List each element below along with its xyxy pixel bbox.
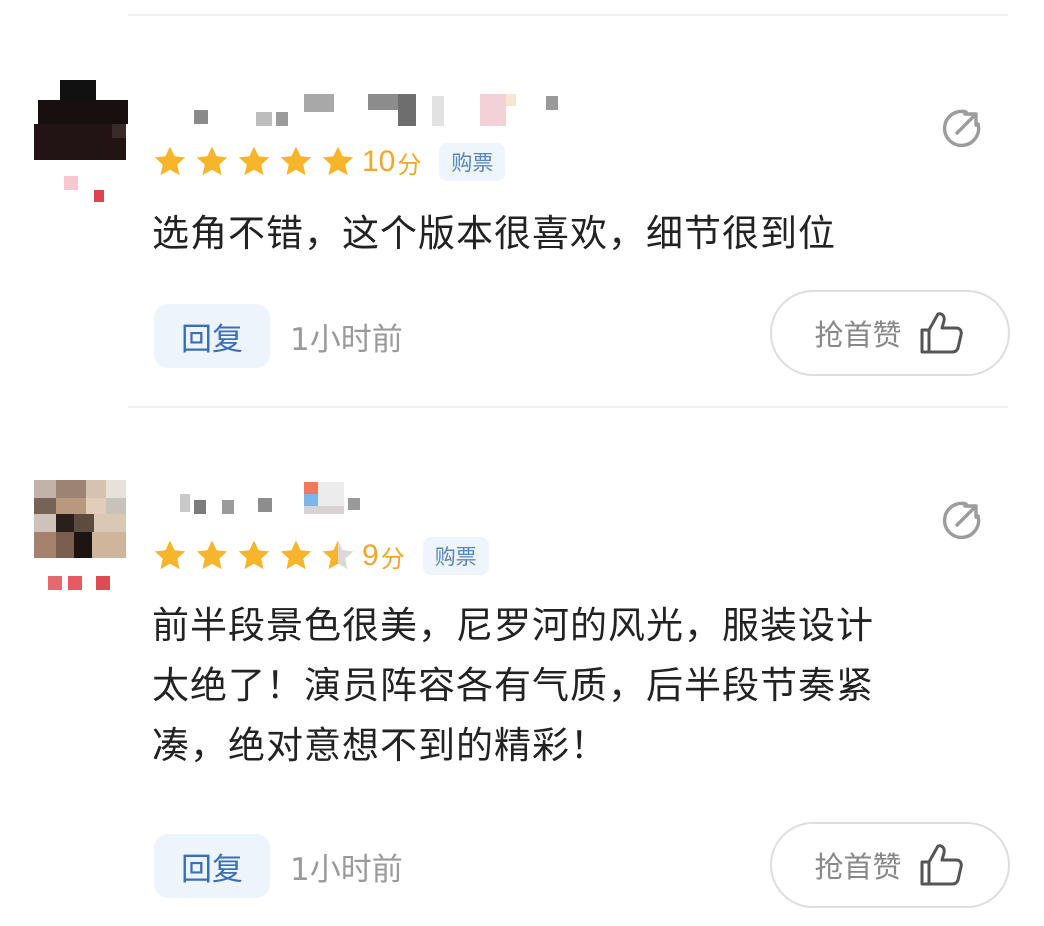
star-icon [322, 146, 354, 176]
reply-button[interactable]: 回复 [154, 304, 270, 368]
star-icon [154, 146, 186, 176]
star-icon [238, 146, 270, 176]
reply-button[interactable]: 回复 [154, 834, 270, 898]
purchase-badge: 购票 [422, 537, 489, 575]
share-icon [942, 109, 981, 148]
username[interactable] [180, 480, 380, 520]
share-icon [942, 501, 981, 540]
avatar[interactable] [30, 80, 130, 170]
like-label: 抢首赞 [814, 850, 902, 884]
like-label: 抢首赞 [814, 318, 902, 352]
star-icon [322, 540, 354, 570]
star-icon [196, 146, 228, 176]
content-line: 太绝了！演员阵容各有气质，后半段节奏紧 [152, 664, 874, 707]
like-button[interactable]: 抢首赞 [770, 822, 1010, 908]
star-icon [154, 540, 186, 570]
review-content: 选角不错，这个版本很喜欢，细节很到位 [152, 204, 1012, 264]
avatar-badge [60, 176, 120, 202]
rating-row: 9 分 购票 [152, 536, 489, 576]
thumb-up-icon [920, 312, 963, 354]
like-button[interactable]: 抢首赞 [770, 290, 1010, 376]
content-line: 凑，绝对意想不到的精彩！ [152, 724, 608, 767]
star-rating [152, 538, 362, 574]
thumb-up-icon [920, 844, 963, 886]
content-line: 前半段景色很美，尼罗河的风光，服装设计 [152, 604, 874, 647]
star-icon [280, 146, 312, 176]
username[interactable] [180, 92, 570, 132]
purchase-badge: 购票 [439, 143, 506, 181]
star-icon [196, 540, 228, 570]
score-unit: 分 [380, 544, 405, 573]
top-divider [128, 14, 1008, 16]
review-content: 前半段景色很美，尼罗河的风光，服装设计 太绝了！演员阵容各有气质，后半段节奏紧 … [152, 596, 1012, 776]
star-icon [238, 540, 270, 570]
timestamp: 1小时前 [290, 851, 403, 888]
score-value: 10 [362, 145, 396, 178]
star-rating [152, 144, 362, 180]
share-button[interactable] [940, 498, 984, 542]
timestamp: 1小时前 [290, 321, 403, 358]
rating-row: 10 分 购票 [152, 142, 506, 182]
score-value: 9 [362, 539, 379, 572]
star-icon [280, 540, 312, 570]
score-unit: 分 [397, 150, 422, 179]
share-button[interactable] [940, 106, 984, 150]
content-line: 选角不错，这个版本很喜欢，细节很到位 [152, 212, 836, 255]
avatar[interactable] [30, 480, 130, 570]
review-divider [128, 406, 1008, 408]
avatar-badge [48, 576, 118, 590]
